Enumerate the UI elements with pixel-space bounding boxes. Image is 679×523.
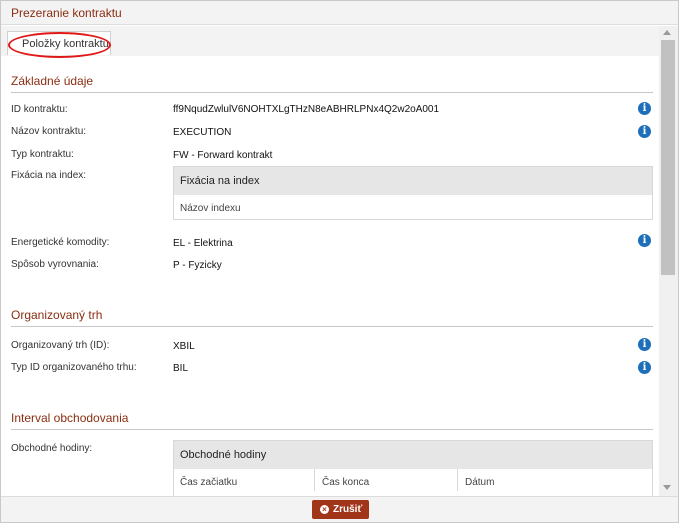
info-icon[interactable]: i <box>638 361 651 374</box>
column-header-start-time[interactable]: Čas začiatku <box>180 477 237 488</box>
dialog-title: Prezeranie kontraktu <box>11 6 122 20</box>
column-header-end-time[interactable]: Čas konca <box>322 477 369 488</box>
column-separator <box>314 469 315 491</box>
index-fixing-label: Fixácia na index: <box>11 170 87 181</box>
info-icon[interactable]: i <box>638 338 651 351</box>
section-divider <box>11 429 653 430</box>
contract-id-label: ID kontraktu: <box>11 104 68 115</box>
trading-hours-panel: Obchodné hodiny Čas začiatku Čas konca D… <box>173 440 653 496</box>
cancel-button[interactable]: × Zrušiť <box>312 500 369 519</box>
contract-type-label: Typ kontraktu: <box>11 149 74 160</box>
scroll-down-arrow-icon[interactable] <box>663 485 671 490</box>
index-fixing-panel: Fixácia na index Názov indexu <box>173 166 653 220</box>
cancel-button-label: Zrušiť <box>333 504 363 515</box>
market-id-value: XBIL <box>173 341 195 352</box>
market-id-label: Organizovaný trh (ID): <box>11 340 110 351</box>
dialog-content: Základné údaje ID kontraktu: ff9NqudZwlu… <box>1 56 659 496</box>
index-panel-header: Fixácia na index <box>174 167 652 195</box>
vertical-scrollbar[interactable] <box>659 26 678 496</box>
tab-contract-items[interactable]: Položky kontraktu <box>7 31 111 55</box>
commodities-value: EL - Elektrina <box>173 238 233 249</box>
settlement-value: P - Fyzicky <box>173 260 222 271</box>
column-header-index-name[interactable]: Názov indexu <box>180 203 241 214</box>
contract-id-value: ff9NqudZwlulV6NOHTXLgTHzN8eABHRLPNx4Q2w2… <box>173 104 440 115</box>
dialog-header: Prezeranie kontraktu <box>1 1 678 25</box>
section-divider <box>11 326 653 327</box>
info-icon[interactable]: i <box>638 125 651 138</box>
column-header-date[interactable]: Dátum <box>465 477 494 488</box>
contract-view-dialog: Prezeranie kontraktu Položky kontraktu Z… <box>0 0 679 523</box>
info-icon[interactable]: i <box>638 102 651 115</box>
trading-hours-label: Obchodné hodiny: <box>11 443 93 454</box>
scroll-up-arrow-icon[interactable] <box>663 30 671 35</box>
section-title-market: Organizovaný trh <box>11 308 103 322</box>
hours-panel-header: Obchodné hodiny <box>174 441 652 469</box>
close-circle-icon: × <box>320 505 329 514</box>
info-icon[interactable]: i <box>638 234 651 247</box>
settlement-label: Spôsob vyrovnania: <box>11 259 99 270</box>
contract-name-value: EXECUTION <box>173 127 232 138</box>
contract-type-value: FW - Forward kontrakt <box>173 150 273 161</box>
contract-name-label: Názov kontraktu: <box>11 126 87 137</box>
dialog-footer: × Zrušiť <box>1 496 678 522</box>
commodities-label: Energetické komodity: <box>11 237 110 248</box>
column-separator <box>457 469 458 491</box>
tab-bar: Položky kontraktu <box>1 26 659 56</box>
section-divider <box>11 92 653 93</box>
hours-panel-title: Obchodné hodiny <box>180 449 267 461</box>
section-title-interval: Interval obchodovania <box>11 411 129 425</box>
market-id-type-label: Typ ID organizovaného trhu: <box>11 362 137 373</box>
section-title-basic: Základné údaje <box>11 74 94 88</box>
tab-label: Položky kontraktu <box>22 38 109 50</box>
index-panel-title: Fixácia na index <box>180 175 260 187</box>
scroll-thumb[interactable] <box>661 40 675 275</box>
market-id-type-value: BIL <box>173 363 189 374</box>
